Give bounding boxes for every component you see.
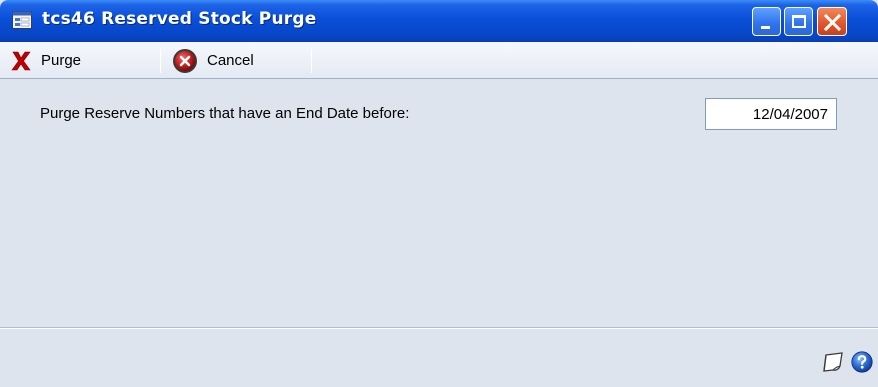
- end-date-label: Purge Reserve Numbers that have an End D…: [40, 105, 410, 122]
- maximize-icon: [792, 15, 806, 28]
- help-icon[interactable]: [851, 351, 873, 373]
- purge-window: tcs46 Reserved Stock Purge Purge Cancel …: [0, 0, 878, 387]
- title-bar[interactable]: tcs46 Reserved Stock Purge: [0, 0, 878, 42]
- window-title: tcs46 Reserved Stock Purge: [42, 9, 317, 29]
- red-x-icon: [11, 51, 31, 70]
- status-bar: [0, 329, 878, 387]
- cancel-label: Cancel: [207, 52, 254, 69]
- purge-button[interactable]: Purge: [10, 42, 146, 79]
- close-button[interactable]: [817, 7, 847, 36]
- toolbar-separator: [160, 49, 161, 73]
- minimize-icon: [761, 26, 770, 29]
- end-date-field[interactable]: [705, 98, 837, 130]
- cancel-button[interactable]: Cancel: [172, 42, 302, 79]
- minimize-button[interactable]: [752, 7, 781, 36]
- toolbar-separator: [311, 49, 312, 73]
- window-form-icon: [12, 11, 32, 29]
- note-icon[interactable]: [820, 350, 846, 374]
- close-icon: [824, 14, 841, 31]
- toolbar: Purge Cancel: [0, 42, 878, 79]
- maximize-button[interactable]: [784, 7, 813, 36]
- cancel-circle-icon: [173, 48, 197, 73]
- purge-label: Purge: [41, 52, 82, 69]
